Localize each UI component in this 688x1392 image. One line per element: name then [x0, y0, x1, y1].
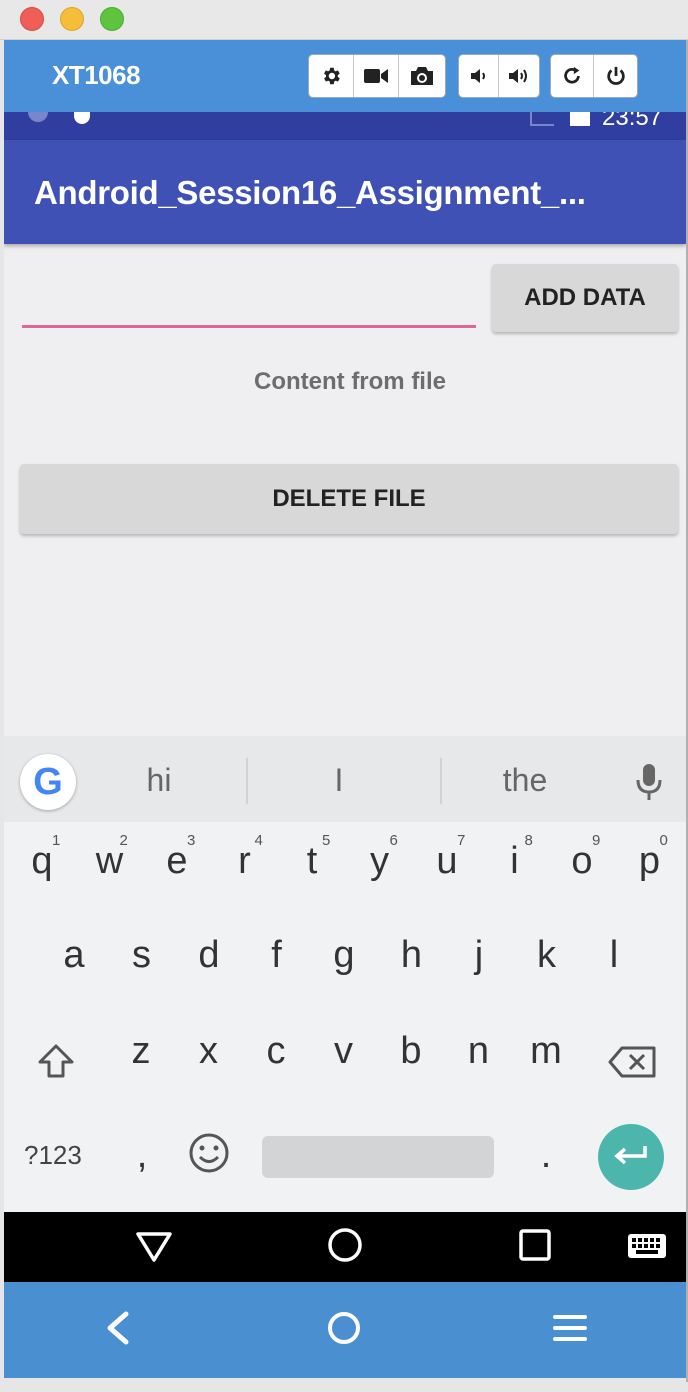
google-icon: G [33, 760, 63, 803]
status-time: 23:57 [602, 112, 663, 131]
key-h[interactable]: h [392, 934, 432, 977]
key-z[interactable]: z [121, 1030, 161, 1073]
period-key[interactable]: . [526, 1134, 566, 1177]
key-hint-i: 8 [524, 832, 533, 849]
key-n[interactable]: n [459, 1030, 499, 1073]
settings-button[interactable] [309, 55, 354, 97]
video-camera-icon [364, 69, 388, 83]
key-f[interactable]: f [257, 934, 297, 977]
backspace-icon[interactable] [608, 1044, 658, 1080]
key-hint-q: 1 [52, 832, 61, 849]
gear-icon [324, 67, 340, 85]
volume-up-button[interactable] [499, 55, 539, 97]
chevron-left-icon[interactable] [102, 1310, 132, 1346]
battery-icon [570, 112, 590, 126]
key-b[interactable]: b [391, 1030, 431, 1073]
volume-down-button[interactable] [459, 55, 499, 97]
device-name: XT1068 [52, 60, 141, 90]
home-circle-icon[interactable] [326, 1226, 364, 1264]
rotate-button[interactable] [551, 55, 594, 97]
status-bar: 23:57 [4, 112, 686, 140]
suggestion-1[interactable]: hi [114, 762, 204, 799]
suggestion-divider [246, 758, 248, 804]
suggestion-2[interactable]: I [294, 762, 384, 799]
device-screen: 23:57 Android_Session16_Assignment_... A… [4, 112, 686, 1282]
recents-square-icon[interactable] [518, 1228, 552, 1262]
shift-icon[interactable] [36, 1042, 76, 1082]
key-s[interactable]: s [122, 934, 162, 977]
add-data-button[interactable]: ADD DATA [492, 264, 678, 332]
microphone-icon[interactable] [634, 762, 664, 802]
suggestion-3[interactable]: the [480, 762, 570, 799]
home-icon[interactable] [324, 1308, 364, 1348]
record-video-button[interactable] [354, 55, 399, 97]
power-icon [606, 66, 625, 85]
emulator-toolbar: XT1068 [4, 40, 686, 112]
soft-keyboard: G hi I the q1w2e3r4t5y6u7i8o9p0 asdfghjk… [4, 736, 686, 1212]
key-hint-t: 5 [322, 832, 331, 849]
content-label: Content from file [254, 368, 446, 395]
symbols-key[interactable]: ?123 [24, 1140, 82, 1171]
key-a[interactable]: a [54, 934, 94, 977]
keyboard-switch-icon[interactable] [626, 1232, 668, 1260]
key-g[interactable]: g [324, 934, 364, 977]
key-hint-p: 0 [659, 832, 668, 849]
key-j[interactable]: j [459, 934, 499, 977]
menu-icon[interactable] [552, 1312, 588, 1344]
google-button[interactable]: G [20, 754, 76, 810]
key-k[interactable]: k [527, 934, 567, 977]
emoji-icon[interactable] [188, 1132, 230, 1174]
suggestion-divider [440, 758, 442, 804]
emulator-window: XT1068 23:57 Android_Session16_Assignmen… [0, 0, 688, 1392]
key-c[interactable]: c [256, 1030, 296, 1073]
app-title: Android_Session16_Assignment_... [34, 174, 586, 211]
back-triangle-icon[interactable] [134, 1228, 174, 1264]
power-button[interactable] [594, 55, 637, 97]
enter-icon [614, 1146, 647, 1165]
app-toolbar: Android_Session16_Assignment_... [4, 140, 686, 244]
key-hint-r: 4 [254, 832, 263, 849]
key-d[interactable]: d [189, 934, 229, 977]
key-hint-o: 9 [592, 832, 601, 849]
location-icon [74, 112, 90, 124]
volume-down-icon [470, 69, 485, 83]
android-nav-bar [4, 1212, 686, 1282]
key-hint-y: 6 [389, 832, 398, 849]
enter-key[interactable] [598, 1124, 664, 1190]
key-m[interactable]: m [526, 1030, 566, 1073]
data-input[interactable] [22, 266, 476, 328]
key-l[interactable]: l [594, 934, 634, 977]
power-group [550, 54, 638, 98]
refresh-icon [564, 66, 580, 84]
tool-group [308, 54, 446, 98]
wifi-icon [28, 112, 48, 122]
comma-key[interactable]: , [122, 1134, 162, 1177]
zoom-window-button[interactable] [100, 7, 124, 31]
camera-icon [410, 67, 433, 85]
volume-group [458, 54, 540, 98]
emulator-bottom-bar [4, 1282, 686, 1378]
signal-icon [530, 112, 554, 126]
close-window-button[interactable] [20, 7, 44, 31]
volume-up-icon [509, 69, 527, 83]
key-hint-u: 7 [457, 832, 466, 849]
key-hint-e: 3 [187, 832, 196, 849]
space-key[interactable] [262, 1136, 494, 1178]
delete-file-button[interactable]: DELETE FILE [20, 464, 678, 534]
window-titlebar [0, 0, 688, 40]
minimize-window-button[interactable] [60, 7, 84, 31]
key-x[interactable]: x [189, 1030, 229, 1073]
key-hint-w: 2 [119, 832, 128, 849]
key-v[interactable]: v [324, 1030, 364, 1073]
screenshot-button[interactable] [399, 55, 444, 97]
suggestion-strip: G hi I the [4, 736, 686, 822]
